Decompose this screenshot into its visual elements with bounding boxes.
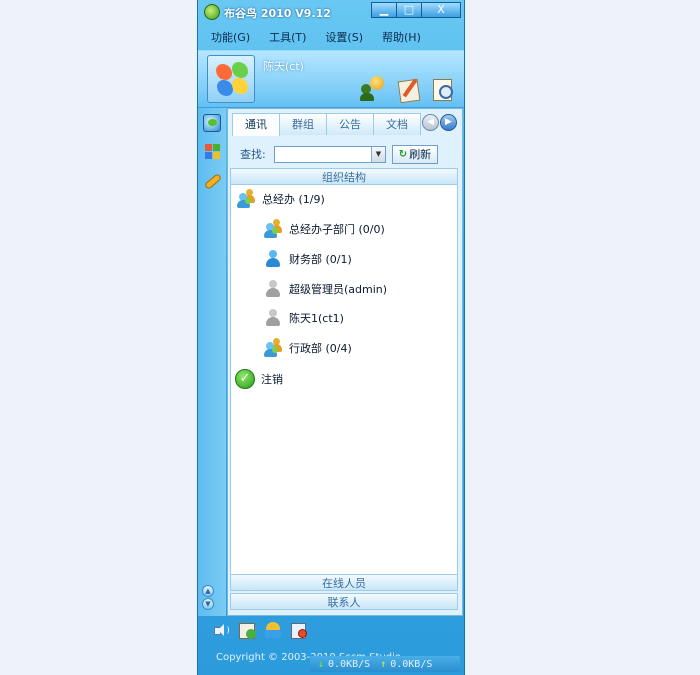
phone-icon[interactable] xyxy=(203,172,223,190)
menu-function[interactable]: 功能(G) xyxy=(198,26,257,48)
main-window: 布谷鸟 2010 V9.12 ▁ □ X 功能(G) 工具(T) 设置(S) 帮… xyxy=(197,0,465,675)
maximize-button[interactable]: □ xyxy=(396,2,422,18)
tree-node-label: 财务部 (0/1) xyxy=(289,253,352,266)
upload-speed: 0.0KB/S xyxy=(390,658,433,670)
tab-bar: 通讯 群组 公告 文档 xyxy=(232,113,421,136)
download-arrow-icon: ↓ xyxy=(318,658,325,670)
check-icon: ✓ xyxy=(235,369,255,389)
person-online-icon xyxy=(263,249,283,269)
tree-node-root[interactable]: 总经办 (1/9) xyxy=(236,188,325,210)
tab-announcements[interactable]: 公告 xyxy=(326,113,374,135)
tree-node-label: 总经办 (1/9) xyxy=(262,193,325,206)
search-label: 查找: xyxy=(240,148,266,161)
menu-settings[interactable]: 设置(S) xyxy=(313,26,370,48)
group-icon xyxy=(263,219,283,239)
left-sidebar: ▲ ▼ xyxy=(198,108,226,616)
search-row: 查找: ▼ ↻ 刷新 xyxy=(240,144,438,164)
tree-node-admin[interactable]: 超级管理员(admin) xyxy=(263,278,387,300)
main-panel: 通讯 群组 公告 文档 ◀ ▶ 查找: ▼ ↻ 刷新 组织结构 总经办 (1/9… xyxy=(227,108,463,616)
close-button[interactable]: X xyxy=(421,2,461,18)
message-manager-icon[interactable] xyxy=(238,621,256,639)
tree-node-label: 超级管理员(admin) xyxy=(289,283,388,296)
online-members-header[interactable]: 在线人员 xyxy=(230,574,458,591)
footer: Copyright © 2003-2010 Sccm Studio ↓ 0.0K… xyxy=(198,644,464,675)
scroll-up-icon[interactable]: ▲ xyxy=(202,585,214,597)
speaker-icon[interactable] xyxy=(212,621,230,639)
person-offline-icon xyxy=(263,279,283,299)
group-icon xyxy=(263,338,283,358)
bird-logo-icon xyxy=(204,4,220,20)
apps-icon[interactable] xyxy=(203,143,221,161)
speed-bar: ↓ 0.0KB/S ↑ 0.0KB/S xyxy=(310,656,460,672)
tree-node-label: 注销 xyxy=(261,373,283,386)
tree-node-label: 陈天1(ct1) xyxy=(289,312,344,325)
bottom-toolbar xyxy=(198,616,464,644)
menu-help[interactable]: 帮助(H) xyxy=(370,26,428,48)
tree-node-sub-department[interactable]: 总经办子部门 (0/0) xyxy=(263,218,385,240)
download-speed: 0.0KB/S xyxy=(328,658,371,670)
tab-groups[interactable]: 群组 xyxy=(279,113,327,135)
minimize-button[interactable]: ▁ xyxy=(371,2,397,18)
tree-node-admin-dept[interactable]: 行政部 (0/4) xyxy=(263,337,352,359)
search-input[interactable] xyxy=(275,146,371,162)
menu-bar: 功能(G) 工具(T) 设置(S) 帮助(H) xyxy=(198,26,464,48)
tree-node-logout[interactable]: ✓ 注销 xyxy=(235,368,283,390)
tree-node-label: 行政部 (0/4) xyxy=(289,342,352,355)
tab-documents[interactable]: 文档 xyxy=(373,113,421,135)
tree-node-finance[interactable]: 财务部 (0/1) xyxy=(263,248,352,270)
avatar[interactable] xyxy=(207,55,255,103)
group-icon xyxy=(236,189,256,209)
chevron-down-icon[interactable]: ▼ xyxy=(371,146,385,162)
refresh-button[interactable]: ↻ 刷新 xyxy=(392,144,438,164)
emoticon-user-icon[interactable] xyxy=(360,76,386,102)
edit-notes-icon[interactable] xyxy=(396,76,422,104)
username[interactable]: 陈天(ct) xyxy=(263,58,304,74)
profile-area: 陈天(ct) xyxy=(198,50,464,108)
contacts-header[interactable]: 联系人 xyxy=(230,593,458,610)
window-controls: ▁ □ X xyxy=(371,2,461,18)
tab-communication[interactable]: 通讯 xyxy=(232,113,280,136)
person-offline-icon xyxy=(263,308,283,328)
nav-back-icon[interactable]: ◀ xyxy=(422,114,439,131)
transfer-icon[interactable] xyxy=(264,621,282,639)
tab-nav: ◀ ▶ xyxy=(422,114,458,131)
tree-node-label: 总经办子部门 (0/0) xyxy=(289,223,385,236)
tree-node-user-ct1[interactable]: 陈天1(ct1) xyxy=(263,307,344,329)
search-doc-icon[interactable] xyxy=(430,76,456,102)
title-bar[interactable]: 布谷鸟 2010 V9.12 ▁ □ X xyxy=(198,0,464,24)
upload-arrow-icon: ↑ xyxy=(380,658,387,670)
search-combobox[interactable]: ▼ xyxy=(274,145,386,163)
bird-logo-icon[interactable] xyxy=(203,114,221,132)
org-tree: 总经办 (1/9) 总经办子部门 (0/0) 财务部 (0/1) 超级管理员(a… xyxy=(230,185,458,575)
refresh-icon: ↻ xyxy=(398,148,408,160)
scroll-down-icon[interactable]: ▼ xyxy=(202,598,214,610)
settings-doc-icon[interactable] xyxy=(290,621,308,639)
refresh-label: 刷新 xyxy=(409,148,432,161)
nav-forward-icon[interactable]: ▶ xyxy=(440,114,457,131)
window-title: 布谷鸟 2010 V9.12 xyxy=(224,7,331,20)
org-structure-header[interactable]: 组织结构 xyxy=(230,168,458,185)
menu-tools[interactable]: 工具(T) xyxy=(257,26,313,48)
